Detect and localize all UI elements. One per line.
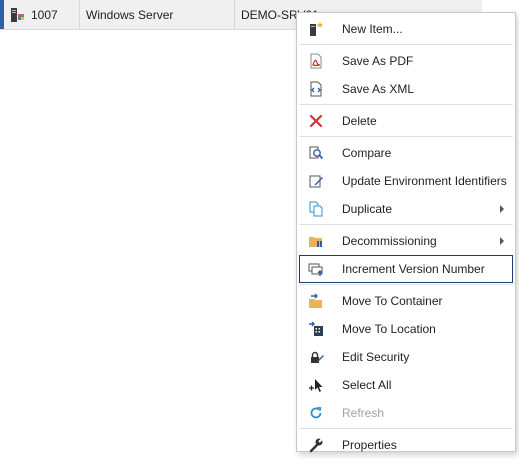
menu-item-select-all[interactable]: Select All <box>299 371 513 399</box>
xml-file-icon <box>307 80 325 98</box>
menu-separator <box>299 428 513 429</box>
edit-security-icon <box>307 348 325 366</box>
menu-label-decommissioning: Decommissioning <box>342 234 437 248</box>
menu-item-save-xml[interactable]: Save As XML <box>299 75 513 103</box>
menu-item-refresh[interactable]: Refresh <box>299 399 513 427</box>
submenu-arrow-icon <box>500 205 504 213</box>
context-menu: New Item... Save As PDF Save As XML Dele… <box>296 12 516 453</box>
menu-label-increment-version-number: Increment Version Number <box>342 262 485 276</box>
menu-item-delete[interactable]: Delete <box>299 107 513 135</box>
menu-item-move-to-container[interactable]: Move To Container <box>299 287 513 315</box>
compare-icon <box>307 144 325 162</box>
menu-label-properties: Properties <box>342 438 397 452</box>
menu-item-save-pdf[interactable]: Save As PDF <box>299 47 513 75</box>
cell-os[interactable]: Windows Server <box>80 0 235 29</box>
submenu-arrow-icon <box>500 237 504 245</box>
move-to-location-icon <box>307 320 325 338</box>
menu-separator <box>299 136 513 137</box>
menu-item-duplicate[interactable]: Duplicate <box>299 195 513 223</box>
menu-label-save-pdf: Save As PDF <box>342 54 414 68</box>
server-icon <box>11 7 24 22</box>
menu-item-compare[interactable]: Compare <box>299 139 513 167</box>
cell-id[interactable]: 1007 <box>4 0 80 29</box>
menu-label-delete: Delete <box>342 114 377 128</box>
menu-separator <box>299 104 513 105</box>
menu-label-select-all: Select All <box>342 378 392 392</box>
menu-label-save-xml: Save As XML <box>342 82 415 96</box>
menu-item-move-to-location[interactable]: Move To Location <box>299 315 513 343</box>
refresh-icon <box>307 404 325 422</box>
wrench-icon <box>307 436 325 454</box>
menu-item-update-environment-identifiers[interactable]: Update Environment Identifiers <box>299 167 513 195</box>
decommission-folder-icon <box>307 232 325 250</box>
delete-icon <box>307 112 325 130</box>
row-id: 1007 <box>31 7 58 22</box>
menu-item-edit-security[interactable]: Edit Security <box>299 343 513 371</box>
pdf-icon <box>307 52 325 70</box>
menu-separator <box>299 284 513 285</box>
menu-label-new-item: New Item... <box>342 22 403 36</box>
menu-label-move-to-location: Move To Location <box>342 322 436 336</box>
menu-item-properties[interactable]: Properties <box>299 431 513 459</box>
menu-label-refresh: Refresh <box>342 406 385 420</box>
row-os: Windows Server <box>86 7 174 22</box>
menu-item-new-item[interactable]: New Item... <box>299 15 513 43</box>
menu-label-edit-security: Edit Security <box>342 350 410 364</box>
menu-label-compare: Compare <box>342 146 392 160</box>
menu-separator <box>299 44 513 45</box>
new-item-icon <box>307 20 325 38</box>
menu-label-move-to-container: Move To Container <box>342 294 443 308</box>
increment-version-icon <box>307 260 325 278</box>
move-to-container-icon <box>307 292 325 310</box>
menu-label-duplicate: Duplicate <box>342 202 393 216</box>
menu-item-increment-version-number[interactable]: Increment Version Number <box>299 255 513 283</box>
edit-document-icon <box>307 172 325 190</box>
menu-separator <box>299 224 513 225</box>
select-all-icon <box>307 376 325 394</box>
duplicate-icon <box>307 200 325 218</box>
menu-item-decommissioning[interactable]: Decommissioning <box>299 227 513 255</box>
menu-label-update-environment-identifiers: Update Environment Identifiers <box>342 174 507 188</box>
